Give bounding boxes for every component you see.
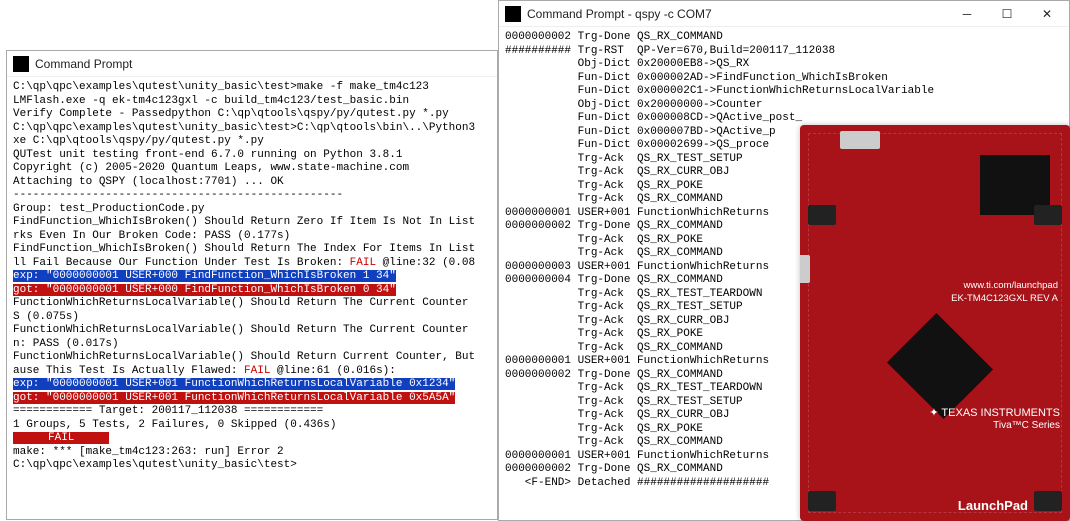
board-url-text: www.ti.com/launchpad xyxy=(963,280,1058,291)
minimize-button[interactable]: ─ xyxy=(947,2,987,26)
cmd-icon xyxy=(13,56,29,72)
title-text-qspy: Command Prompt - qspy -c COM7 xyxy=(527,7,947,21)
launchpad-board-image: www.ti.com/launchpad EK-TM4C123GXL REV A… xyxy=(800,125,1070,521)
title-text-make: Command Prompt xyxy=(35,57,495,71)
board-button xyxy=(1034,205,1062,225)
ti-logo-text: ✦ TEXAS INSTRUMENTS Tiva™C Series xyxy=(929,406,1060,431)
board-button xyxy=(1034,491,1062,511)
console-output-make: C:\qp\qpc\examples\qutest\unity_basic\te… xyxy=(7,77,497,519)
cmd-icon xyxy=(505,6,521,22)
board-button xyxy=(808,205,836,225)
launchpad-logo-text: LaunchPad xyxy=(958,498,1028,513)
usb-connector-side xyxy=(800,255,810,283)
board-button xyxy=(808,491,836,511)
usb-connector xyxy=(840,131,880,149)
mcu-chip xyxy=(887,313,993,419)
board-model-text: EK-TM4C123GXL REV A xyxy=(951,293,1058,304)
close-button[interactable]: ✕ xyxy=(1027,2,1067,26)
titlebar-make[interactable]: Command Prompt xyxy=(7,51,497,77)
titlebar-qspy[interactable]: Command Prompt - qspy -c COM7 ─ ☐ ✕ xyxy=(499,1,1069,27)
cmd-window-make: Command Prompt C:\qp\qpc\examples\qutest… xyxy=(6,50,498,520)
maximize-button[interactable]: ☐ xyxy=(987,2,1027,26)
